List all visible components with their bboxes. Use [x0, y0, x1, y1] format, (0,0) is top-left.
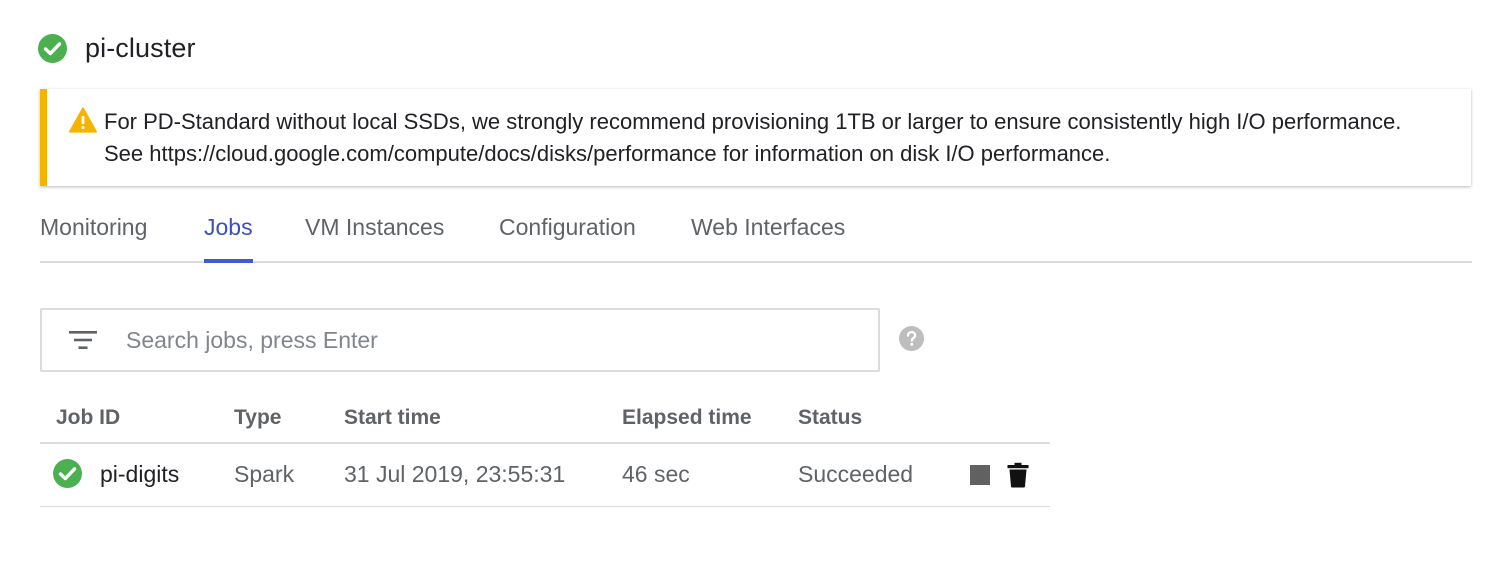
column-header-start-time[interactable]: Start time	[344, 393, 441, 443]
column-header-job-id[interactable]: Job ID	[56, 393, 120, 443]
warning-message: For PD-Standard without local SSDs, we s…	[104, 109, 1402, 166]
job-search-box	[40, 308, 880, 372]
check-circle-icon	[38, 33, 67, 63]
filter-icon[interactable]	[69, 328, 97, 352]
job-type: Spark	[234, 461, 295, 487]
tab-configuration[interactable]: Configuration	[499, 204, 636, 261]
tab-web-interfaces[interactable]: Web Interfaces	[691, 204, 845, 261]
jobs-table: Job ID Type Start time Elapsed time Stat…	[40, 393, 1050, 507]
tab-jobs[interactable]: Jobs	[204, 204, 253, 263]
job-status: Succeeded	[798, 461, 914, 487]
warning-icon	[69, 107, 97, 133]
search-input[interactable]	[126, 322, 846, 358]
tab-vm-instances[interactable]: VM Instances	[305, 204, 444, 261]
page-title: pi-cluster	[85, 32, 196, 63]
column-header-elapsed-time[interactable]: Elapsed time	[622, 393, 752, 443]
check-circle-icon	[53, 459, 82, 488]
help-icon[interactable]	[899, 326, 924, 351]
tab-bar: Monitoring Jobs VM Instances Configurati…	[40, 204, 1472, 263]
warning-banner: For PD-Standard without local SSDs, we s…	[40, 89, 1471, 186]
column-header-type[interactable]: Type	[234, 393, 281, 443]
tab-monitoring[interactable]: Monitoring	[40, 204, 147, 261]
column-header-status[interactable]: Status	[798, 393, 862, 443]
cluster-header: pi-cluster	[38, 31, 196, 65]
job-id-link[interactable]: pi-digits	[100, 444, 179, 505]
job-elapsed-time: 46 sec	[622, 461, 690, 487]
table-header: Job ID Type Start time Elapsed time Stat…	[40, 393, 1050, 444]
table-row: pi-digits Spark 31 Jul 2019, 23:55:31 46…	[40, 444, 1050, 507]
job-start-time: 31 Jul 2019, 23:55:31	[344, 461, 566, 487]
delete-icon[interactable]	[1006, 462, 1030, 488]
stop-icon[interactable]	[969, 464, 991, 486]
